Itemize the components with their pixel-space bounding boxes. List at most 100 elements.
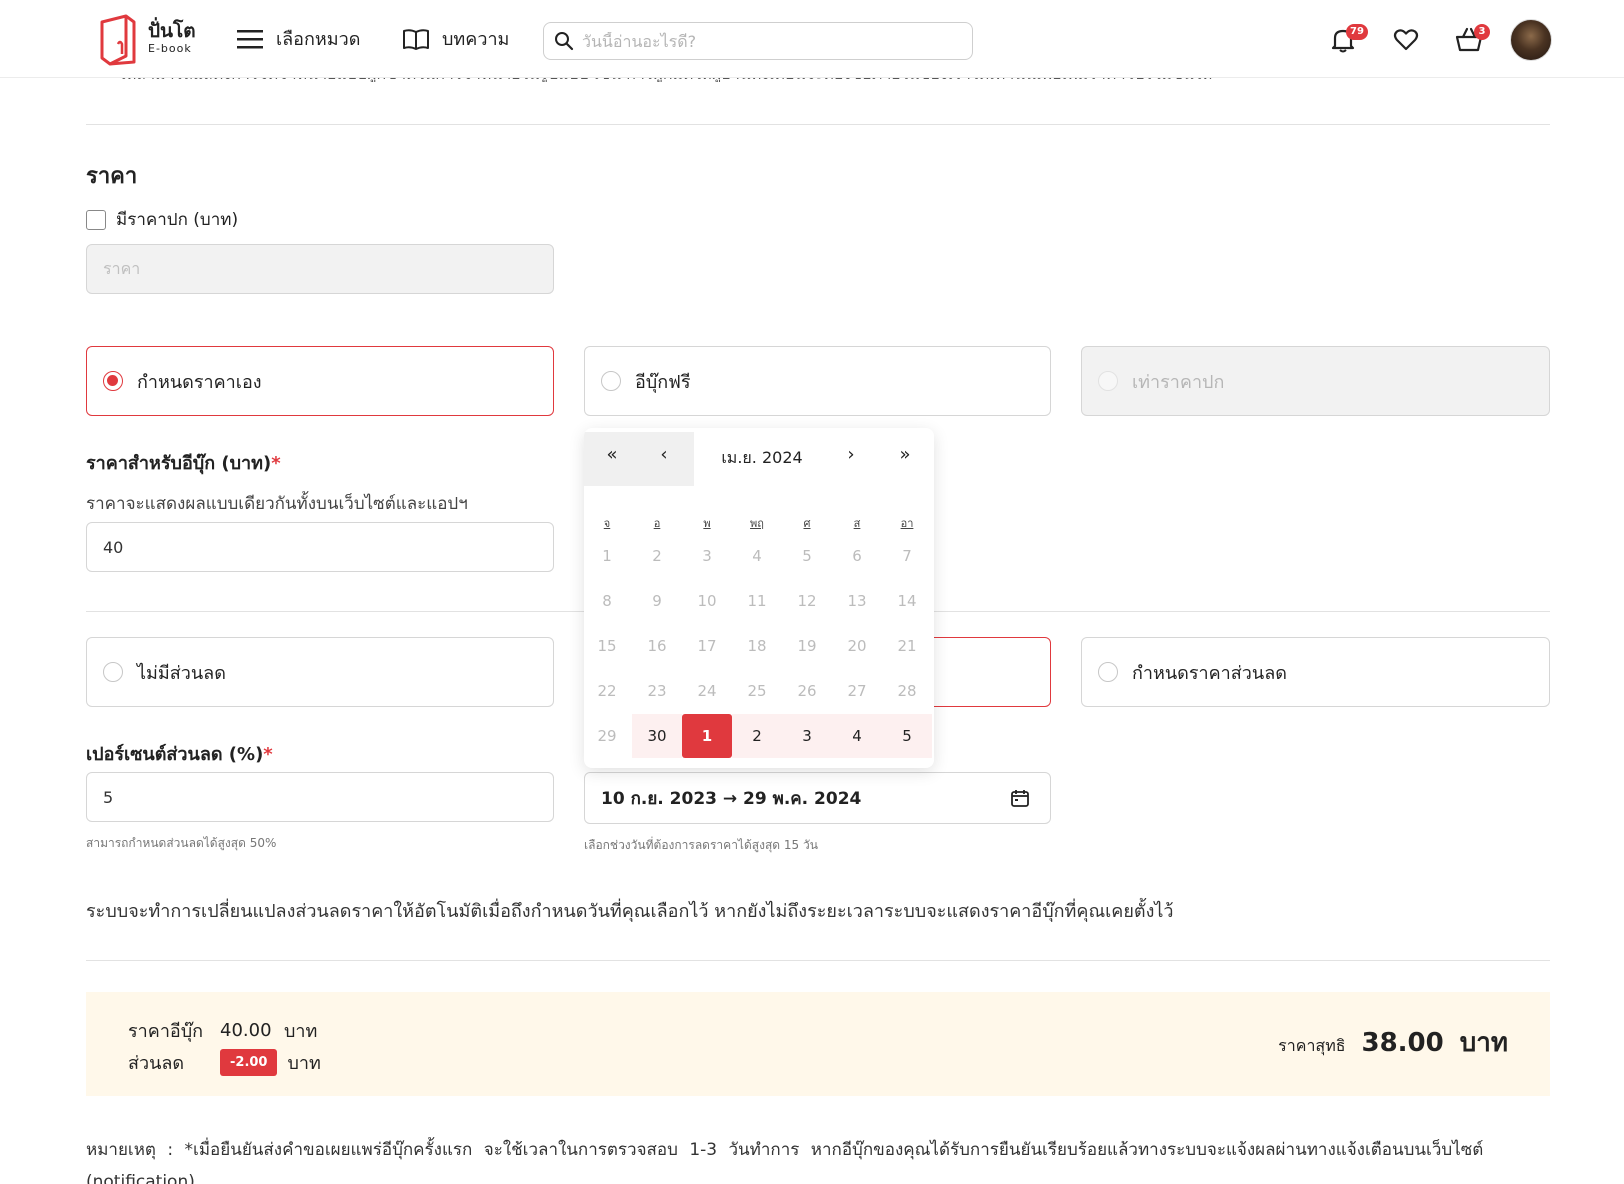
radio-selected	[103, 371, 123, 391]
calendar-day[interactable]: 3	[782, 714, 832, 758]
search-box[interactable]	[543, 22, 973, 60]
summary-discount-row: ส่วนลด -2.00 บาท	[128, 1048, 321, 1077]
calendar-day[interactable]: 9	[632, 579, 682, 623]
summary-ebook-price-row: ราคาอีบุ๊ก 40.00 บาท	[128, 1016, 317, 1045]
price-option-custom[interactable]: กำหนดราคาเอง	[86, 346, 554, 416]
cart-button[interactable]: 3	[1454, 24, 1490, 58]
calendar-day[interactable]: 1	[682, 714, 732, 758]
cover-price-checkbox-row[interactable]: มีราคาปก (บาท)	[86, 206, 238, 233]
calendar-day[interactable]: 28	[882, 669, 932, 713]
summary-currency: บาท	[284, 1021, 318, 1042]
logo-text[interactable]: ปั่นโต E-book	[148, 20, 196, 56]
discount-option-label: ไม่มีส่วนลด	[137, 662, 226, 684]
calendar-month-title[interactable]: เม.ย. 2024	[712, 446, 812, 471]
footnote-continued: (notification)	[86, 1172, 195, 1184]
heart-icon	[1393, 29, 1419, 51]
calendar-day[interactable]: 3	[682, 534, 732, 578]
notifications-badge: 79	[1346, 24, 1368, 40]
ebook-price-input[interactable]: 40	[86, 522, 554, 572]
calendar-day[interactable]: 11	[732, 579, 782, 623]
open-book-icon	[403, 28, 429, 50]
discount-option-none[interactable]: ไม่มีส่วนลด	[86, 637, 554, 707]
discount-option-custom-price[interactable]: กำหนดราคาส่วนลด	[1081, 637, 1550, 707]
weekday-header: อา	[900, 517, 914, 530]
wishlist-button[interactable]	[1393, 28, 1419, 56]
calendar-day[interactable]: 16	[632, 624, 682, 668]
calendar-day[interactable]: 6	[832, 534, 882, 578]
summary-ebook-price-value: 40.00	[220, 1020, 272, 1041]
calendar-day[interactable]: 27	[832, 669, 882, 713]
calendar-day[interactable]: 20	[832, 624, 882, 668]
discount-percent-label: เปอร์เซนต์ส่วนลด (%)*	[86, 744, 273, 765]
calendar-day[interactable]: 19	[782, 624, 832, 668]
calendar-day[interactable]: 29	[584, 714, 632, 758]
user-avatar[interactable]	[1510, 19, 1552, 61]
calendar-day[interactable]: 13	[832, 579, 882, 623]
discount-option-label: กำหนดราคาส่วนลด	[1132, 662, 1287, 684]
articles-label: บทความ	[442, 29, 510, 50]
summary-net-price: ราคาสุทธิ 38.00 บาท	[1278, 1022, 1508, 1063]
calendar-day[interactable]: 4	[832, 714, 882, 758]
price-option-label: อีบุ๊กฟรี	[635, 371, 691, 393]
weekday-header: พ	[703, 517, 711, 530]
discount-date-range-input[interactable]: 10 ก.ย. 2023 → 29 พ.ค. 2024	[584, 772, 1051, 824]
calendar-day[interactable]: 1	[584, 534, 632, 578]
prev-month-button[interactable]: ‹	[650, 444, 678, 465]
calendar-day[interactable]: 7	[882, 534, 932, 578]
logo-sub: E-book	[148, 42, 192, 55]
next-year-button[interactable]: »	[891, 444, 919, 465]
next-month-button[interactable]: ›	[837, 444, 865, 465]
calendar-day[interactable]: 30	[632, 714, 682, 758]
calendar-day[interactable]: 2	[632, 534, 682, 578]
cover-price-checkbox-label: มีราคาปก (บาท)	[116, 210, 239, 230]
cover-price-checkbox[interactable]	[86, 209, 106, 230]
weekday-header: ส	[853, 517, 861, 530]
notifications-button[interactable]: 79	[1330, 24, 1368, 58]
search-input[interactable]	[582, 31, 952, 51]
calendar-day[interactable]: 15	[584, 624, 632, 668]
date-range-value: 10 ก.ย. 2023 → 29 พ.ค. 2024	[601, 788, 862, 809]
discount-percent-input[interactable]: 5	[86, 772, 554, 822]
radio-unselected	[1098, 662, 1118, 682]
net-price-value: 38.00	[1361, 1028, 1444, 1058]
logo-name: ปั่นโต	[148, 20, 196, 42]
ebook-price-label: ราคาสำหรับอีบุ๊ก (บาท)*	[86, 453, 281, 474]
calendar-day[interactable]: 25	[732, 669, 782, 713]
calendar-day[interactable]: 17	[682, 624, 732, 668]
cart-badge: 3	[1474, 24, 1490, 40]
date-range-help: เลือกช่วงวันที่ต้องการลดราคาได้สูงสุด 15…	[584, 838, 818, 852]
calendar-day[interactable]: 8	[584, 579, 632, 623]
auto-discount-note: ระบบจะทำการเปลี่ยนแปลงส่วนลดราคาให้อัตโน…	[86, 901, 1174, 922]
footnote: หมายเหตุ : *เมื่อยืนยันส่งคำขอเผยแพร่อีบ…	[86, 1140, 1484, 1160]
articles-button[interactable]: บทความ	[402, 24, 509, 53]
calendar-day[interactable]: 22	[584, 669, 632, 713]
category-menu-button[interactable]: เลือกหมวด	[236, 24, 360, 53]
divider	[86, 960, 1550, 961]
hamburger-icon	[237, 29, 263, 48]
price-option-label: เท่าราคาปก	[1132, 371, 1225, 393]
price-option-free[interactable]: อีบุ๊กฟรี	[584, 346, 1051, 416]
calendar-day[interactable]: 5	[882, 714, 932, 758]
calendar-day[interactable]: 10	[682, 579, 732, 623]
summary-discount-label: ส่วนลด	[128, 1053, 185, 1074]
calendar-day[interactable]: 21	[882, 624, 932, 668]
calendar-day[interactable]: 24	[682, 669, 732, 713]
price-section-title: ราคา	[86, 164, 138, 189]
prev-year-button[interactable]: «	[598, 444, 626, 465]
weekday-header: พฤ	[750, 517, 764, 530]
category-menu-label: เลือกหมวด	[276, 29, 361, 50]
calendar-day[interactable]: 2	[732, 714, 782, 758]
ebook-price-help: ราคาจะแสดงผลแบบเดียวกันทั้งบนเว็บไซต์และ…	[86, 494, 468, 514]
calendar-day[interactable]: 4	[732, 534, 782, 578]
calendar-day[interactable]: 18	[732, 624, 782, 668]
price-option-label: กำหนดราคาเอง	[137, 371, 262, 393]
net-price-label: ราคาสุทธิ	[1278, 1036, 1346, 1055]
logo-icon[interactable]	[96, 14, 140, 66]
calendar-day[interactable]: 26	[782, 669, 832, 713]
calendar-day[interactable]: 12	[782, 579, 832, 623]
calendar-day[interactable]: 23	[632, 669, 682, 713]
price-option-cover-price: เท่าราคาปก	[1081, 346, 1550, 416]
weekday-header: อ	[653, 517, 661, 530]
calendar-day[interactable]: 5	[782, 534, 832, 578]
calendar-day[interactable]: 14	[882, 579, 932, 623]
